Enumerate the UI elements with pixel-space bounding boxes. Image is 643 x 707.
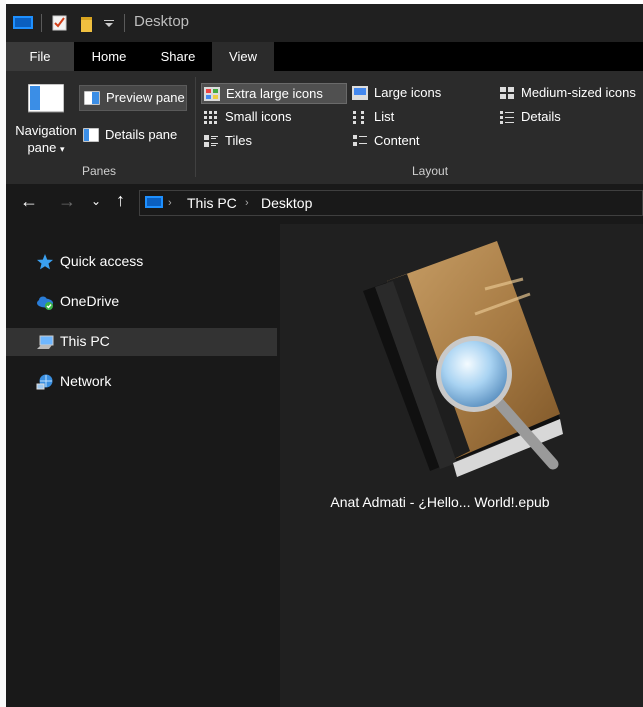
sidebar-item-network[interactable]: Network <box>6 368 277 396</box>
list-icon <box>353 111 364 124</box>
star-icon <box>37 254 53 270</box>
details-pane-label: Details pane <box>105 127 178 142</box>
file-explorer-window: Desktop File Home Share View Navigation … <box>6 4 643 707</box>
large-icons-icon <box>352 86 368 100</box>
sidebar-item-quick-access[interactable]: Quick access <box>6 248 277 276</box>
up-arrow-icon[interactable]: ↑ <box>116 190 125 211</box>
layout-medium-icons[interactable]: Medium-sized icons <box>497 83 643 104</box>
sidebar-item-label: Network <box>60 373 112 389</box>
layout-list[interactable]: List <box>350 107 495 128</box>
window-title: Desktop <box>134 13 190 30</box>
small-icons-icon <box>204 111 217 124</box>
sidebar-item-label: OneDrive <box>60 293 120 309</box>
customize-quick-access-toolbar-icon[interactable] <box>104 20 114 28</box>
tiles-icon <box>204 135 218 147</box>
ribbon-tabs: File Home Share View <box>6 42 643 71</box>
computer-icon <box>37 335 54 349</box>
ebook-reader-icon <box>363 241 563 477</box>
address-bar[interactable]: › This PC › Desktop <box>139 190 643 216</box>
file-list-area: Anat Admati - ¿Hello... World!.epub <box>280 224 643 707</box>
extra-large-icons-icon <box>204 87 220 101</box>
layout-details[interactable]: Details <box>497 107 643 128</box>
layout-item-label: Extra large icons <box>226 86 323 101</box>
details-icon <box>500 111 514 124</box>
preview-pane-label: Preview pane <box>106 90 185 105</box>
sidebar-item-onedrive[interactable]: OneDrive <box>6 288 277 316</box>
layout-item-label: Tiles <box>225 133 252 148</box>
layout-item-label: Small icons <box>225 109 292 124</box>
navigation-pane-icon <box>27 83 65 113</box>
sidebar-item-label: This PC <box>60 333 110 349</box>
breadcrumb-desktop[interactable]: Desktop <box>261 195 312 211</box>
breadcrumb-separator: › <box>168 197 172 209</box>
tab-home[interactable]: Home <box>74 42 144 71</box>
title-bar: Desktop <box>6 4 643 42</box>
sidebar-item-this-pc[interactable]: This PC <box>6 328 277 356</box>
divider <box>195 77 196 177</box>
computer-icon <box>13 16 33 29</box>
tab-share[interactable]: Share <box>144 42 212 71</box>
layout-content[interactable]: Content <box>350 131 495 152</box>
details-pane-button[interactable]: Details pane <box>79 123 187 149</box>
layout-item-label: Medium-sized icons <box>521 85 636 100</box>
back-arrow-icon[interactable]: ← <box>20 191 38 212</box>
preview-pane-button[interactable]: Preview pane <box>79 85 187 111</box>
chevron-down-icon: ▾ <box>60 144 65 154</box>
new-folder-icon[interactable] <box>80 15 94 33</box>
layout-large-icons[interactable]: Large icons <box>350 83 495 104</box>
layout-item-label: Details <box>521 109 561 124</box>
file-item[interactable]: Anat Admati - ¿Hello... World!.epub <box>310 239 570 529</box>
layout-item-label: Content <box>374 133 420 148</box>
layout-small-icons[interactable]: Small icons <box>201 107 347 128</box>
breadcrumb-this-pc[interactable]: This PC <box>187 195 237 211</box>
layout-tiles[interactable]: Tiles <box>201 131 347 152</box>
tab-file[interactable]: File <box>6 42 74 71</box>
tab-view[interactable]: View <box>212 42 274 71</box>
details-pane-icon <box>83 128 99 142</box>
layout-extra-large-icons[interactable]: Extra large icons <box>201 83 347 104</box>
navigation-pane: Quick access OneDrive This PC Network <box>6 224 280 707</box>
navigation-bar: ← → ⌄ ↑ › This PC › Desktop <box>6 184 643 224</box>
properties-icon[interactable] <box>52 15 68 31</box>
file-name: Anat Admati - ¿Hello... World!.epub <box>330 494 550 510</box>
sidebar-item-label: Quick access <box>60 253 144 269</box>
navigation-pane-label: Navigation pane <box>15 123 77 155</box>
forward-arrow-icon[interactable]: → <box>58 191 76 212</box>
layout-item-label: Large icons <box>374 85 442 100</box>
navigation-pane-button[interactable]: Navigation pane ▾ <box>10 80 82 162</box>
network-icon <box>36 374 53 390</box>
panes-group-label: Panes <box>82 164 117 178</box>
breadcrumb-separator: › <box>245 197 249 209</box>
layout-group-label: Layout <box>412 164 449 178</box>
layout-item-label: List <box>374 109 395 124</box>
onedrive-icon <box>37 296 53 310</box>
preview-pane-icon <box>84 91 100 105</box>
content-icon <box>353 135 367 146</box>
ribbon-view: Navigation pane ▾ Preview pane Details p… <box>6 71 643 184</box>
medium-icons-icon <box>500 87 514 99</box>
recent-locations-chevron-icon[interactable]: ⌄ <box>91 194 101 208</box>
divider <box>124 14 125 32</box>
divider <box>41 14 42 32</box>
computer-icon <box>145 196 163 208</box>
